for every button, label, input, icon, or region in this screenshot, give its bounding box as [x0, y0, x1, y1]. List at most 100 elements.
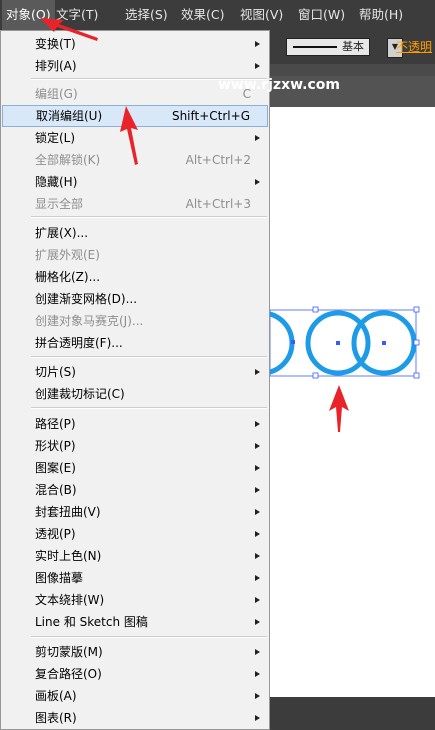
- submenu-arrow-icon: [255, 531, 260, 537]
- menu-item[interactable]: 实时上色(N): [2, 545, 268, 567]
- menu-item[interactable]: 透视(P): [2, 523, 268, 545]
- submenu-arrow-icon: [255, 553, 260, 559]
- selection-handle: [312, 306, 319, 313]
- menu-item-shortcut: Alt+Ctrl+3: [185, 197, 251, 211]
- control-bar: 基本 ▼ 不透明: [270, 30, 435, 64]
- submenu-arrow-icon: [255, 649, 260, 655]
- menu-item-label: 栅格化(Z)...: [35, 270, 101, 284]
- menu-window[interactable]: 窗口(W): [294, 0, 349, 30]
- opacity-label[interactable]: 不透明: [396, 30, 432, 64]
- submenu-arrow-icon: [255, 421, 260, 427]
- menu-item: 创建对象马赛克(J)...: [2, 310, 268, 332]
- menu-item-label: Line 和 Sketch 图稿: [35, 615, 148, 629]
- menu-separator: [31, 216, 267, 218]
- menu-item[interactable]: 形状(P): [2, 435, 268, 457]
- menu-item-label: 透视(P): [35, 527, 76, 541]
- menu-item-label: 扩展(X)...: [35, 226, 89, 240]
- selection-handle: [413, 339, 420, 346]
- stroke-style-label: 基本: [342, 40, 364, 53]
- menu-separator: [31, 636, 267, 638]
- selection-handle: [413, 372, 420, 379]
- menu-item-label: 实时上色(N): [35, 549, 102, 563]
- artwork-circles[interactable]: [229, 300, 435, 390]
- menu-item-label: 混合(B): [35, 483, 77, 497]
- menu-item-label: 文本绕排(W): [35, 593, 105, 607]
- menu-separator: [31, 407, 267, 409]
- menu-item[interactable]: 排列(A): [2, 55, 268, 77]
- menu-item-label: 创建对象马赛克(J)...: [35, 314, 144, 328]
- submenu-arrow-icon: [255, 443, 260, 449]
- menu-item-label: 切片(S): [35, 365, 76, 379]
- menu-effect[interactable]: 效果(C): [177, 0, 228, 30]
- menu-item[interactable]: 图像描摹: [2, 567, 268, 589]
- submenu-arrow-icon: [255, 619, 260, 625]
- menu-item[interactable]: 拼合透明度(F)...: [2, 332, 268, 354]
- submenu-arrow-icon: [255, 41, 260, 47]
- submenu-arrow-icon: [255, 135, 260, 141]
- menu-item-label: 剪切蒙版(M): [35, 645, 103, 659]
- submenu-arrow-icon: [255, 487, 260, 493]
- annotation-arrow-up-icon: [329, 385, 349, 432]
- submenu-arrow-icon: [255, 575, 260, 581]
- menu-item[interactable]: 创建渐变网格(D)...: [2, 288, 268, 310]
- menu-item[interactable]: 创建裁切标记(C): [2, 383, 268, 405]
- selection-handle: [312, 372, 319, 379]
- menu-item-label: 排列(A): [35, 59, 77, 73]
- menu-item[interactable]: 混合(B): [2, 479, 268, 501]
- menu-item-label: 全部解锁(K): [35, 153, 101, 167]
- center-point-2: [336, 341, 340, 345]
- menu-item-label: 编组(G): [35, 87, 78, 101]
- menu-view[interactable]: 视图(V): [236, 0, 287, 30]
- menu-item-shortcut: Alt+Ctrl+2: [185, 153, 251, 167]
- menu-item-label: 显示全部: [35, 197, 84, 211]
- menu-item[interactable]: 画板(A): [2, 685, 268, 707]
- menu-item[interactable]: 栅格化(Z)...: [2, 266, 268, 288]
- menu-item[interactable]: 图表(R): [2, 707, 268, 729]
- menu-item-label: 拼合透明度(F)...: [35, 336, 123, 350]
- menu-item[interactable]: 隐藏(H): [2, 171, 268, 193]
- menu-item[interactable]: Line 和 Sketch 图稿: [2, 611, 268, 633]
- watermark-text: www.rjzxw.com: [218, 77, 340, 93]
- menu-item[interactable]: 剪切蒙版(M): [2, 641, 268, 663]
- menu-item: 扩展外观(E): [2, 244, 268, 266]
- stroke-style-dropdown[interactable]: 基本 ▼: [286, 38, 403, 58]
- menu-item[interactable]: 路径(P): [2, 413, 268, 435]
- menu-item-label: 创建渐变网格(D)...: [35, 292, 138, 306]
- menu-item-label: 路径(P): [35, 417, 76, 431]
- submenu-arrow-icon: [255, 465, 260, 471]
- menu-item[interactable]: 图案(E): [2, 457, 268, 479]
- menu-item[interactable]: 复合路径(O): [2, 663, 268, 685]
- submenu-arrow-icon: [255, 715, 260, 721]
- menu-item[interactable]: 文本绕排(W): [2, 589, 268, 611]
- menu-item-label: 画板(A): [35, 689, 77, 703]
- menu-item-label: 锁定(L): [35, 131, 76, 145]
- submenu-arrow-icon: [255, 693, 260, 699]
- menu-item-label: 图表(R): [35, 711, 77, 725]
- menu-item-label: 复合路径(O): [35, 667, 102, 681]
- menu-item-label: 创建裁切标记(C): [35, 387, 125, 401]
- submenu-arrow-icon: [255, 179, 260, 185]
- menu-item-label: 封套扭曲(V): [35, 505, 101, 519]
- menu-item-label: 隐藏(H): [35, 175, 78, 189]
- menu-item-shortcut: Shift+Ctrl+G: [171, 109, 250, 123]
- submenu-arrow-icon: [255, 671, 260, 677]
- submenu-arrow-icon: [255, 369, 260, 375]
- menu-item[interactable]: 封套扭曲(V): [2, 501, 268, 523]
- annotation-arrow-item-icon: [120, 106, 138, 165]
- annotation-arrow-menu-icon: [40, 18, 98, 41]
- panel-strip: [270, 64, 435, 76]
- submenu-arrow-icon: [255, 63, 260, 69]
- menu-item-label: 图案(E): [35, 461, 76, 475]
- center-point-1: [291, 340, 295, 344]
- menu-item-label: 图像描摹: [35, 571, 84, 585]
- menu-select[interactable]: 选择(S): [121, 0, 172, 30]
- menu-item[interactable]: 切片(S): [2, 361, 268, 383]
- menu-separator: [31, 356, 267, 358]
- menu-item-label: 形状(P): [35, 439, 76, 453]
- stroke-line-preview: [293, 46, 337, 48]
- menu-help[interactable]: 帮助(H): [355, 0, 407, 30]
- menu-item: 显示全部 Alt+Ctrl+3: [2, 193, 268, 215]
- menu-item[interactable]: 扩展(X)...: [2, 222, 268, 244]
- artboard-canvas[interactable]: [270, 107, 435, 697]
- center-point-3: [382, 341, 386, 345]
